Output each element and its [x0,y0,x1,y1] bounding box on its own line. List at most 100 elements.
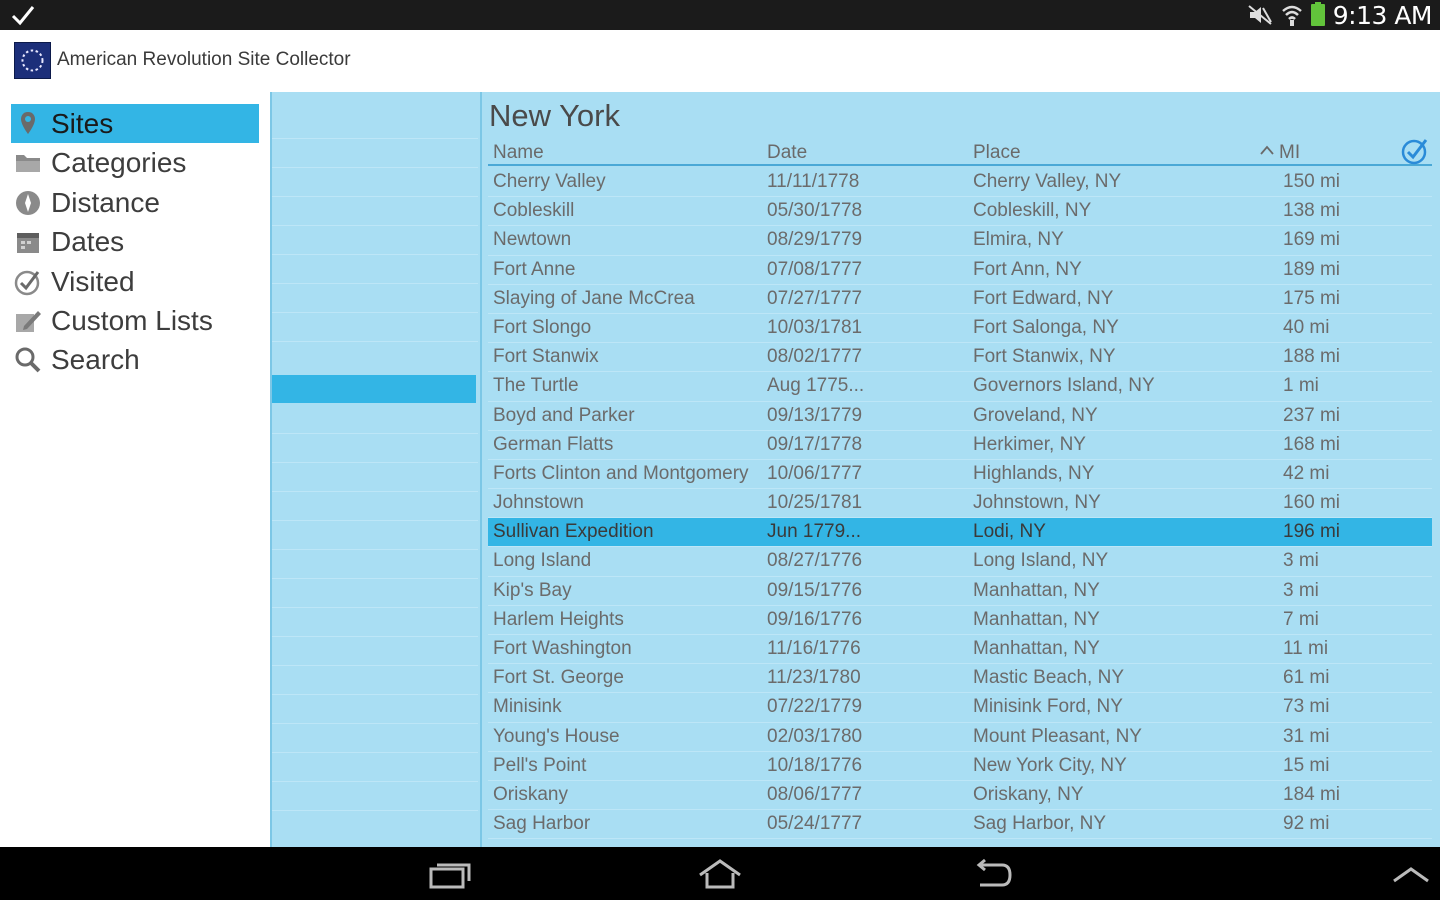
site-place: Sag Harbor, NY [973,813,1107,835]
header-place[interactable]: Place [973,142,1021,164]
site-distance: 189 mi [1283,258,1341,280]
site-name: Fort Stanwix [493,346,599,368]
compass-icon [13,188,43,218]
site-name: Fort St. George [493,667,624,689]
nav-item-visited[interactable]: Visited [11,262,259,301]
nav-item-label: Visited [51,265,135,297]
table-row[interactable]: Sag Harbor 05/24/1777 Sag Harbor, NY 92 mi [488,810,1432,840]
nav-item-label: Dates [51,225,125,257]
site-distance: 73 mi [1283,696,1330,718]
table-row[interactable]: Long Island 08/27/1776 Long Island, NY 3 mi [488,547,1432,577]
nav-item-label: Search [51,343,140,375]
site-date: 08/02/1777 [767,346,863,368]
back-icon[interactable] [968,857,1018,891]
state-list[interactable] [270,92,480,847]
edit-list-icon [13,306,43,336]
site-name: Oriskany [493,783,568,805]
site-name: Long Island [493,550,592,572]
site-distance: 175 mi [1283,287,1341,309]
status-time: 9:13 AM [1332,0,1433,30]
site-list-panel: New York Name Date Place MI Cherry Valle… [480,92,1440,847]
table-row[interactable]: Sullivan Expedition Jun 1779... Lodi, NY 19… [488,518,1432,548]
table-row[interactable]: Johnstown 10/25/1781 Johnstown, NY 160 mi [488,489,1432,519]
nav-item-search[interactable]: Search [11,340,259,379]
table-row[interactable]: Harlem Heights 09/16/1776 Manhattan, NY 7 m… [488,606,1432,635]
nav-item-label: Sites [51,107,114,139]
site-distance: 188 mi [1283,346,1341,368]
site-date: 08/29/1779 [767,229,863,251]
table-row[interactable]: Fort Slongo 10/03/1781 Fort Salonga, NY 40 … [488,314,1432,344]
visited-filter-icon[interactable] [1400,136,1430,166]
nav-item-categories[interactable]: Categories [11,143,259,182]
site-name: Forts Clinton and Montgomery [493,462,749,484]
table-row[interactable]: Newtown 08/29/1779 Elmira, NY 169 mi [488,226,1432,256]
site-place: Fort Stanwix, NY [973,346,1116,368]
nav-item-dates[interactable]: Dates [11,222,259,261]
table-row[interactable]: Pell's Point 10/18/1776 New York City, NY 1… [488,752,1432,781]
table-row[interactable]: Young's House 02/03/1780 Mount Pleasant, N… [488,723,1432,752]
site-date: Aug 1775... [767,375,865,397]
header-mi[interactable]: MI [1279,142,1300,164]
site-rows: Cherry Valley 11/11/1778 Cherry Valley, NY… [488,168,1432,840]
site-name: Fort Slongo [493,316,592,338]
site-name: Fort Washington [493,638,632,659]
site-date: 10/06/1777 [767,462,863,484]
check-circle-icon [13,267,43,297]
action-bar: American Revolution Site Collector [0,30,1440,92]
table-row[interactable]: Fort Stanwix 08/02/1777 Fort Stanwix, NY 18… [488,343,1432,373]
table-row[interactable]: Fort St. George 11/23/1780 Mastic Beach, N… [488,664,1432,694]
site-date: 09/15/1776 [767,579,863,601]
header-date[interactable]: Date [767,142,807,164]
table-row[interactable]: Slaying of Jane McCrea 07/27/1777 Fort Edw… [488,285,1432,314]
site-place: Minisink Ford, NY [973,696,1123,718]
table-row[interactable]: The Turtle Aug 1775... Governors Island, N… [488,372,1432,402]
table-row[interactable]: Fort Washington 11/16/1776 Manhattan, NY 11… [488,635,1432,665]
site-distance: 92 mi [1283,813,1330,835]
site-date: 10/18/1776 [767,754,863,776]
search-icon [13,345,43,375]
site-distance: 3 mi [1283,550,1319,572]
site-place: Highlands, NY [973,462,1095,484]
table-row[interactable]: Kip's Bay 09/15/1776 Manhattan, NY 3 mi [488,577,1432,606]
nav-item-distance[interactable]: Distance [11,183,259,222]
table-row[interactable]: Oriskany 08/06/1777 Oriskany, NY 184 mi [488,781,1432,811]
table-row[interactable]: German Flatts 09/17/1778 Herkimer, NY 168 m… [488,431,1432,460]
site-date: 11/16/1776 [767,638,861,659]
nav-item-label: Categories [51,146,187,178]
site-date: 08/06/1777 [767,783,863,805]
site-name: Slaying of Jane McCrea [493,287,695,309]
header-name[interactable]: Name [493,142,544,164]
table-row[interactable]: Forts Clinton and Montgomery 10/06/1777 Hi… [488,460,1432,490]
site-place: New York City, NY [973,754,1127,776]
site-name: Newtown [493,229,572,251]
site-name: Minisink [493,696,562,718]
nav-item-sites[interactable]: Sites [11,104,259,143]
list-header: Name Date Place MI [488,139,1432,166]
table-row[interactable]: Fort Anne 07/08/1777 Fort Ann, NY 189 mi [488,256,1432,285]
pin-icon [13,109,43,139]
table-row[interactable]: Minisink 07/22/1779 Minisink Ford, NY 73 mi [488,693,1432,723]
site-name: Cobleskill [493,200,575,222]
chevron-up-icon[interactable] [1386,857,1436,891]
site-name: Young's House [493,725,620,747]
battery-icon [1310,2,1325,26]
site-name: Kip's Bay [493,579,572,601]
site-date: 10/03/1781 [767,316,863,338]
table-row[interactable]: Boyd and Parker 09/13/1779 Groveland, NY 23… [488,402,1432,431]
app-logo-icon[interactable] [14,42,51,79]
state-list-selected-item[interactable] [272,375,476,403]
site-place: Manhattan, NY [973,579,1100,601]
home-icon[interactable] [695,857,745,891]
nav-item-label: Distance [51,186,160,218]
site-name: Sullivan Expedition [493,521,654,543]
calendar-icon [13,227,43,257]
system-nav-bar [0,847,1440,900]
table-row[interactable]: Cobleskill 05/30/1778 Cobleskill, NY 138 mi [488,197,1432,227]
site-place: Herkimer, NY [973,433,1086,455]
table-row[interactable]: Cherry Valley 11/11/1778 Cherry Valley, NY… [488,168,1432,198]
site-place: Johnstown, NY [973,492,1101,514]
mute-icon [1248,5,1272,25]
nav-item-custom-lists[interactable]: Custom Lists [11,301,259,340]
site-place: Fort Ann, NY [973,258,1082,280]
recent-apps-icon[interactable] [425,857,475,891]
